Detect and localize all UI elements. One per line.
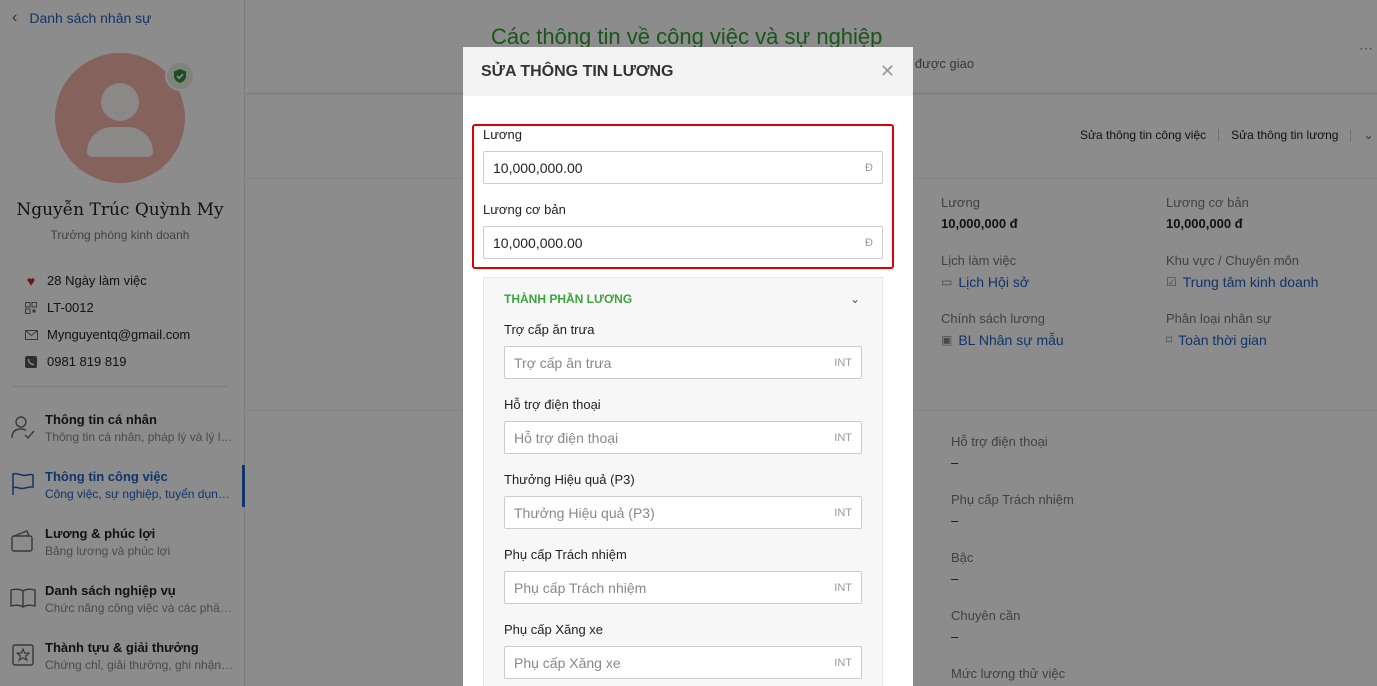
input-placeholder: Hỗ trợ điện thoại [514, 429, 619, 446]
modal-title: SỬA THÔNG TIN LƯƠNG [481, 62, 674, 80]
type-suffix: INT [834, 506, 852, 519]
edit-salary-modal: SỬA THÔNG TIN LƯƠNG ✕ Lương 10,000,000.0… [463, 47, 913, 686]
component-label: Trợ cấp ăn trưa [504, 322, 595, 337]
currency-suffix: Đ [865, 236, 873, 249]
lunch-allowance-input[interactable]: Trợ cấp ăn trưa INT [504, 346, 862, 379]
responsibility-allowance-input[interactable]: Phụ cấp Trách nhiệm INT [504, 571, 862, 604]
salary-value: 10,000,000.00 [493, 159, 583, 176]
type-suffix: INT [834, 356, 852, 369]
performance-bonus-input[interactable]: Thưởng Hiệu quả (P3) INT [504, 496, 862, 529]
base-salary-input[interactable]: 10,000,000.00 Đ [483, 226, 883, 259]
component-label: Phụ cấp Xăng xe [504, 622, 604, 637]
component-label: Phụ cấp Trách nhiệm [504, 547, 627, 562]
component-label: Thưởng Hiệu quả (P3) [504, 472, 635, 487]
type-suffix: INT [834, 581, 852, 594]
input-placeholder: Phụ cấp Trách nhiệm [514, 579, 647, 596]
input-placeholder: Phụ cấp Xăng xe [514, 654, 621, 671]
chevron-down-icon[interactable]: ⌄ [850, 292, 860, 306]
currency-suffix: Đ [865, 161, 873, 174]
section-title: THÀNH PHẦN LƯƠNG [504, 292, 633, 306]
base-salary-value: 10,000,000.00 [493, 234, 583, 251]
salary-label: Lương [483, 127, 522, 142]
salary-components-section: THÀNH PHẦN LƯƠNG ⌄ Trợ cấp ăn trưa Trợ c… [483, 277, 883, 686]
close-icon[interactable]: ✕ [880, 61, 895, 82]
phone-allowance-input[interactable]: Hỗ trợ điện thoại INT [504, 421, 862, 454]
base-salary-label: Lương cơ bản [483, 202, 566, 217]
modal-header: SỬA THÔNG TIN LƯƠNG ✕ [463, 47, 913, 96]
input-placeholder: Thưởng Hiệu quả (P3) [514, 504, 655, 521]
component-label: Hỗ trợ điện thoại [504, 397, 601, 412]
type-suffix: INT [834, 431, 852, 444]
input-placeholder: Trợ cấp ăn trưa [514, 354, 612, 371]
salary-input[interactable]: 10,000,000.00 Đ [483, 151, 883, 184]
fuel-allowance-input[interactable]: Phụ cấp Xăng xe INT [504, 646, 862, 679]
type-suffix: INT [834, 656, 852, 669]
